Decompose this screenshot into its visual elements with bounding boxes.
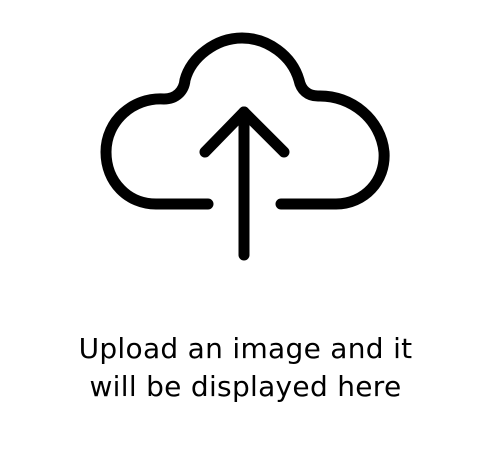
upload-instructions-line1: Upload an image and it <box>78 332 413 365</box>
upload-instructions: Upload an image and it will be displayed… <box>0 330 491 406</box>
cloud-upload-icon <box>100 32 390 261</box>
upload-dropzone[interactable]: Upload an image and it will be displayed… <box>0 0 491 458</box>
upload-instructions-line2: will be displayed here <box>89 370 402 403</box>
